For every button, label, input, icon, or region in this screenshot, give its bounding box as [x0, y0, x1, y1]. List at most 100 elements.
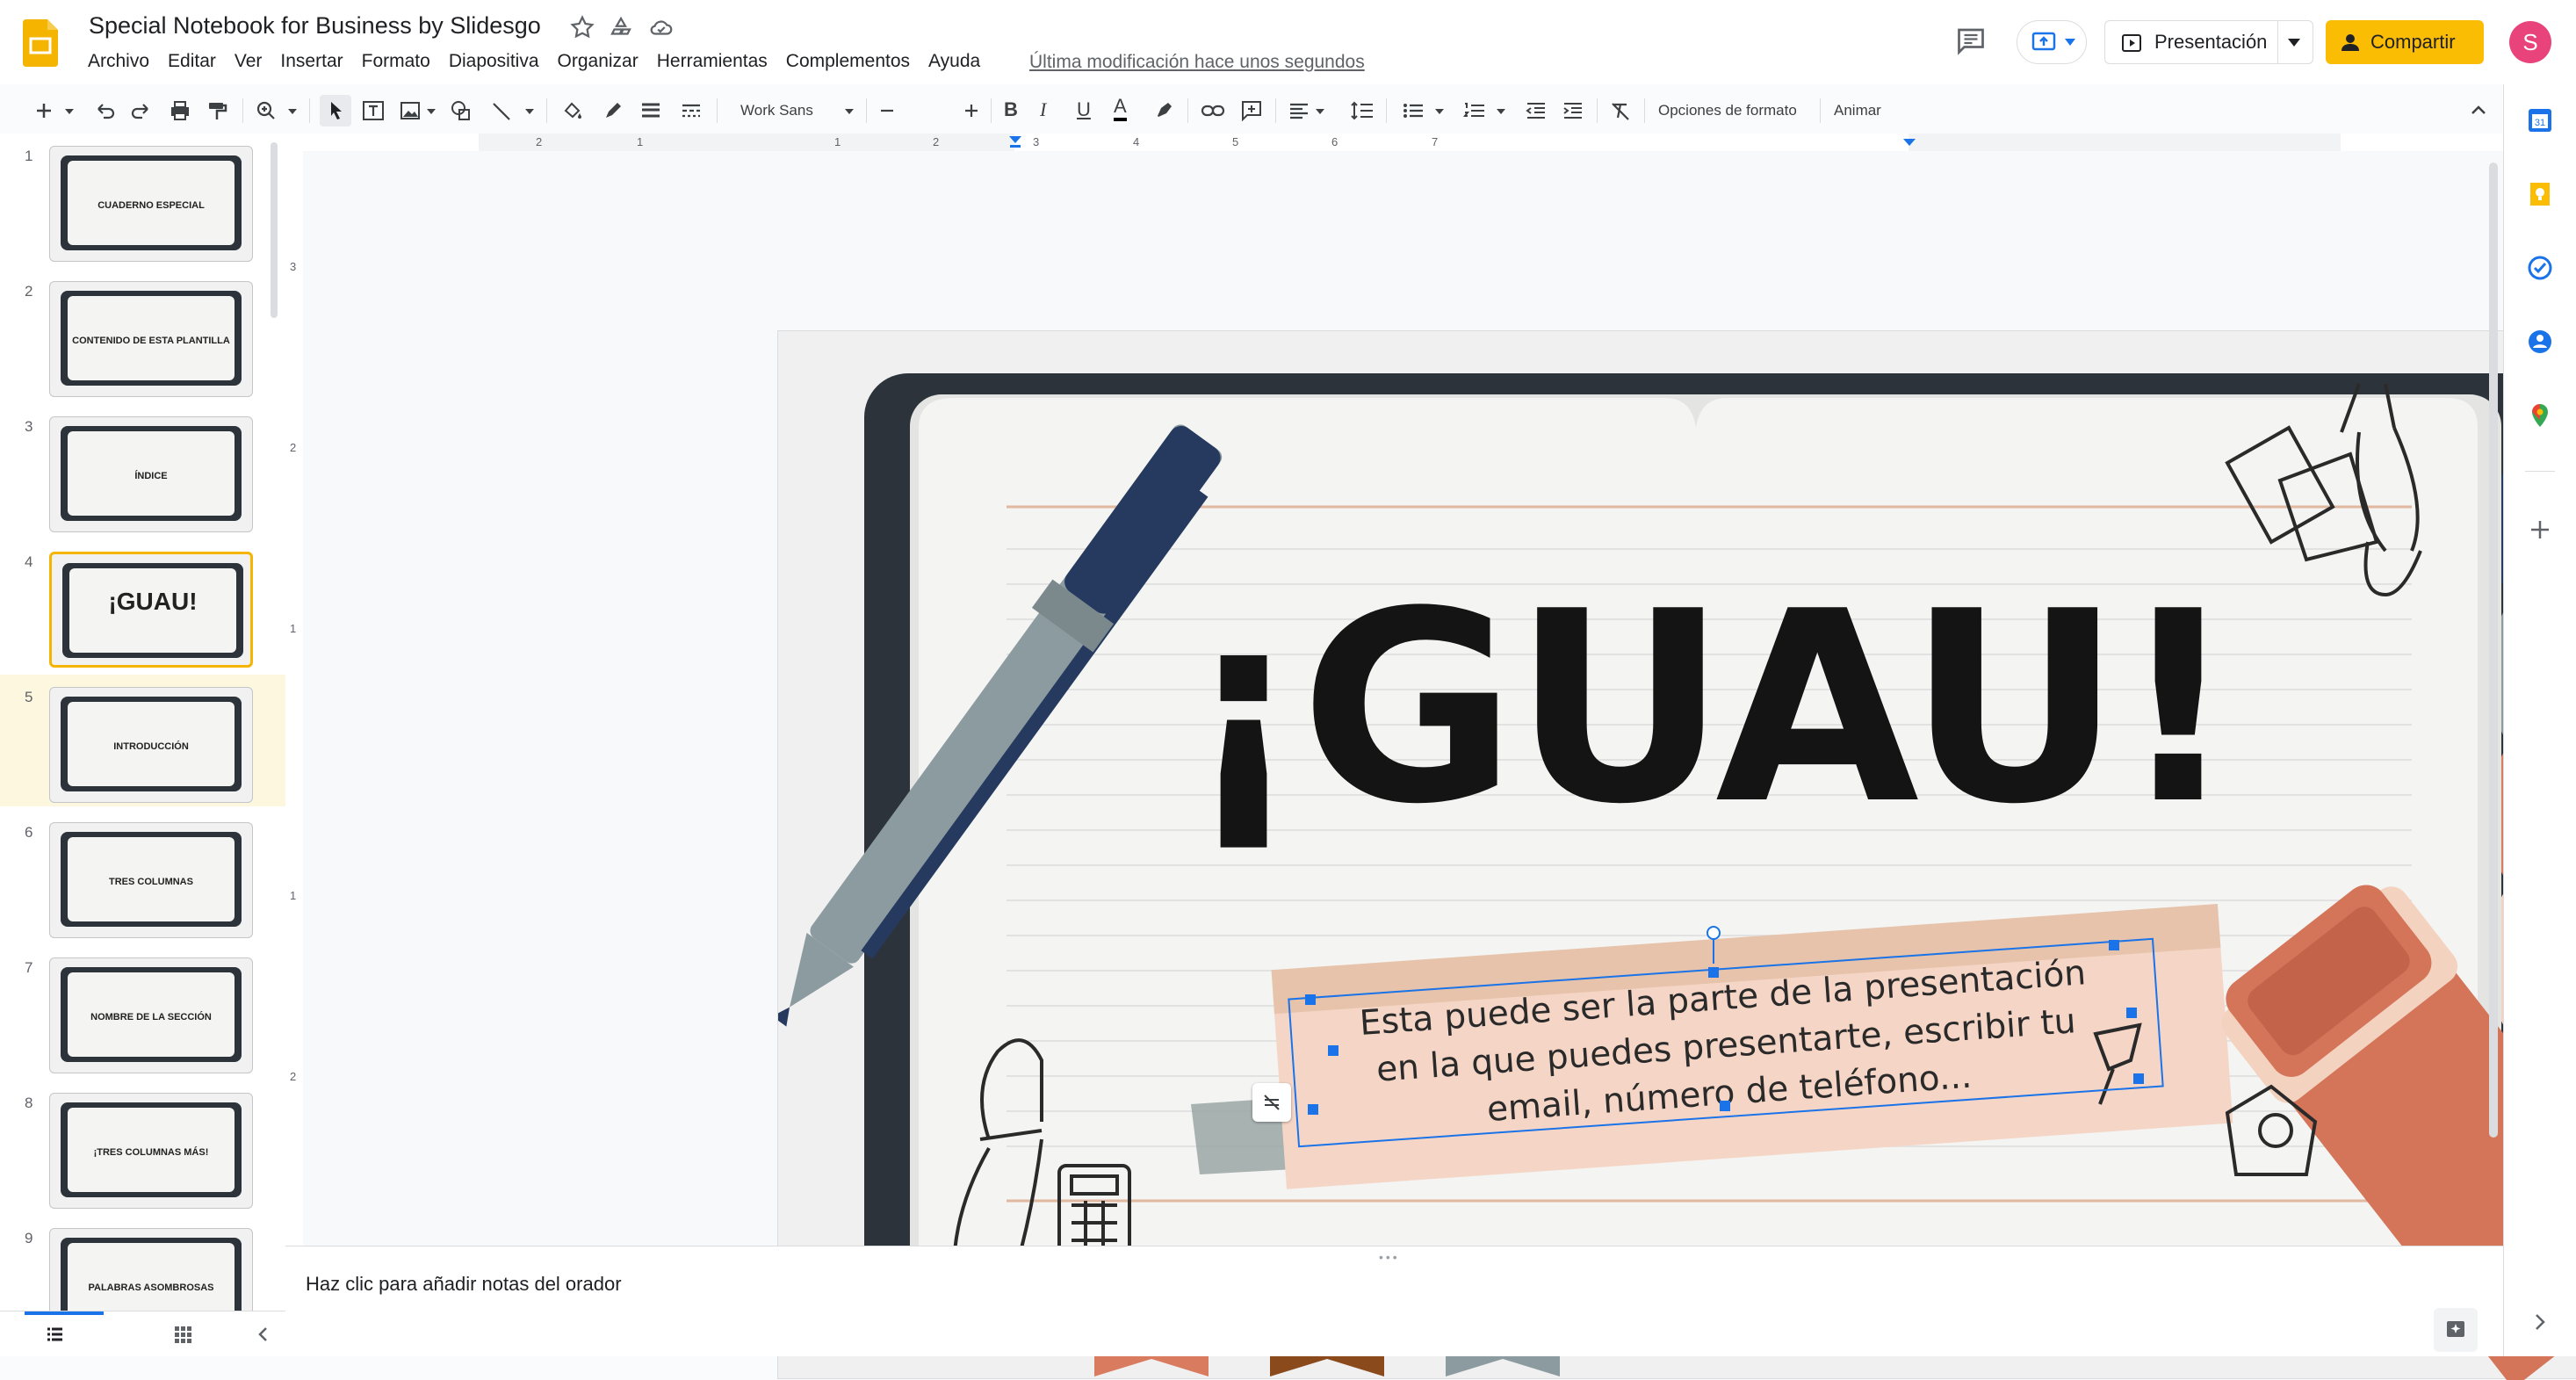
move-to-drive-icon[interactable]: [608, 14, 634, 40]
speaker-notes[interactable]: ••• Haz clic para añadir notas del orado…: [285, 1246, 2503, 1356]
chevron-down-icon[interactable]: [1314, 97, 1326, 125]
account-avatar[interactable]: S: [2509, 21, 2551, 63]
slide-thumbnail-8[interactable]: ¡TRES COLUMNAS MÁS!: [49, 1093, 253, 1209]
bold-button[interactable]: B: [1004, 98, 1018, 121]
text-color-button[interactable]: A: [1114, 95, 1127, 121]
line-spacing-icon[interactable]: [1349, 97, 1375, 125]
contacts-icon[interactable]: [2527, 329, 2553, 355]
speaker-notes-placeholder[interactable]: Haz clic para añadir notas del orador: [306, 1273, 622, 1296]
list-view-icon[interactable]: [44, 1324, 65, 1345]
undo-icon[interactable]: [91, 97, 118, 125]
redo-icon[interactable]: [128, 97, 155, 125]
numbered-list-icon[interactable]: [1461, 97, 1488, 125]
slide-canvas[interactable]: ¡GUAU! Esta puede ser la parte de la pre…: [303, 151, 2576, 1380]
format-suggestion-chip[interactable]: [1252, 1083, 1291, 1122]
chevron-right-icon[interactable]: [2530, 1312, 2550, 1332]
menu-archivo[interactable]: Archivo: [88, 51, 149, 77]
tasks-icon[interactable]: [2527, 255, 2553, 281]
collapse-panel-icon[interactable]: [253, 1324, 274, 1345]
comments-icon[interactable]: [1955, 25, 1987, 56]
menu-ver[interactable]: Ver: [235, 51, 263, 77]
zoom-icon[interactable]: [253, 97, 279, 125]
border-weight-icon[interactable]: [638, 97, 664, 125]
slide-thumbnail-1[interactable]: CUADERNO ESPECIAL: [49, 146, 253, 262]
print-icon[interactable]: [167, 97, 193, 125]
menu-herramientas[interactable]: Herramientas: [657, 51, 768, 77]
vertical-ruler[interactable]: 3 2 1 1 2: [285, 151, 304, 1246]
shape-icon[interactable]: [448, 97, 474, 125]
format-options-button[interactable]: Opciones de formato: [1658, 102, 1797, 119]
slide-thumbnail-4[interactable]: ¡GUAU!: [49, 552, 253, 668]
calendar-icon[interactable]: 31: [2527, 107, 2553, 134]
indent-marker-icon[interactable]: [1009, 136, 1021, 148]
cloud-saved-icon[interactable]: [648, 14, 675, 40]
maps-icon[interactable]: [2527, 402, 2553, 429]
menu-ayuda[interactable]: Ayuda: [928, 51, 980, 77]
bulleted-list-icon[interactable]: [1400, 97, 1426, 125]
slide-thumbnail-3[interactable]: ÍNDICE: [49, 416, 253, 532]
chevron-up-icon[interactable]: [2468, 97, 2489, 125]
increase-font-size-icon[interactable]: [961, 97, 982, 125]
add-comment-icon[interactable]: [1238, 97, 1265, 125]
ruler-tick-label: 4: [1133, 135, 1140, 148]
slide-thumbnail-7[interactable]: NOMBRE DE LA SECCIÓN: [49, 957, 253, 1073]
paint-format-icon[interactable]: [204, 97, 230, 125]
slide-thumbnail-6[interactable]: TRES COLUMNAS: [49, 822, 253, 938]
share-label: Compartir: [2370, 31, 2456, 53]
highlight-color-icon[interactable]: [1151, 97, 1177, 125]
select-cursor-icon[interactable]: [323, 97, 348, 125]
chevron-down-icon[interactable]: [1433, 97, 1446, 125]
slides-logo-icon[interactable]: [23, 19, 58, 67]
slide-headline[interactable]: ¡GUAU!: [936, 577, 2482, 841]
border-color-icon[interactable]: [599, 97, 625, 125]
present-meeting-button[interactable]: [2017, 20, 2087, 64]
chevron-down-icon[interactable]: [286, 97, 299, 125]
line-icon[interactable]: [488, 97, 515, 125]
chevron-down-icon[interactable]: [1495, 97, 1507, 125]
chevron-down-icon[interactable]: [843, 97, 855, 125]
explore-button[interactable]: [2434, 1308, 2478, 1352]
insert-image-icon[interactable]: [397, 97, 423, 125]
new-slide-icon[interactable]: [32, 97, 56, 125]
slide-thumbnail-2[interactable]: CONTENIDO DE ESTA PLANTILLA: [49, 281, 253, 397]
italic-button[interactable]: I: [1040, 98, 1046, 121]
grid-view-icon[interactable]: [172, 1324, 193, 1345]
get-addons-icon[interactable]: [2529, 518, 2551, 541]
share-button[interactable]: Compartir: [2326, 20, 2484, 64]
menu-editar[interactable]: Editar: [168, 51, 216, 77]
chevron-down-icon[interactable]: [2288, 39, 2300, 47]
horizontal-ruler[interactable]: 2 1 1 2 3 4 5 6 7: [285, 134, 2503, 152]
font-name-select[interactable]: Work Sans: [740, 102, 813, 119]
canvas-scrollbar[interactable]: [2489, 163, 2498, 1138]
menu-complementos[interactable]: Complementos: [786, 51, 910, 77]
right-indent-marker-icon[interactable]: [1903, 139, 1916, 148]
menu-insertar[interactable]: Insertar: [280, 51, 343, 77]
keep-icon[interactable]: [2527, 181, 2553, 207]
notes-resize-handle[interactable]: •••: [1379, 1250, 1400, 1264]
chevron-down-icon[interactable]: [63, 97, 76, 125]
slide-thumbnail-5[interactable]: INTRODUCCIÓN: [49, 687, 253, 803]
chevron-down-icon[interactable]: [523, 97, 536, 125]
star-icon[interactable]: [569, 14, 595, 40]
decrease-font-size-icon[interactable]: [877, 97, 898, 125]
present-button[interactable]: Presentación: [2104, 20, 2313, 64]
menu-diapositiva[interactable]: Diapositiva: [449, 51, 539, 77]
slide-4[interactable]: ¡GUAU! Esta puede ser la parte de la pre…: [777, 330, 2576, 1380]
document-title[interactable]: Special Notebook for Business by Slidesg…: [89, 12, 541, 40]
animate-button[interactable]: Animar: [1834, 102, 1881, 119]
increase-indent-icon[interactable]: [1560, 97, 1586, 125]
filmstrip-scrollbar[interactable]: [271, 142, 278, 318]
menu-organizar[interactable]: Organizar: [558, 51, 639, 77]
menu-formato[interactable]: Formato: [362, 51, 430, 77]
align-left-icon[interactable]: [1286, 97, 1312, 125]
last-edit-link[interactable]: Última modificación hace unos segundos: [1029, 52, 1365, 73]
underline-button[interactable]: U: [1077, 98, 1091, 121]
decrease-indent-icon[interactable]: [1523, 97, 1549, 125]
border-dash-icon[interactable]: [678, 97, 704, 125]
chevron-down-icon[interactable]: [425, 97, 437, 125]
fill-color-icon[interactable]: [559, 97, 585, 125]
slide-thumbnail-9[interactable]: PALABRAS ASOMBROSAS: [49, 1228, 253, 1311]
insert-link-icon[interactable]: [1200, 97, 1226, 125]
text-box-icon[interactable]: [360, 97, 386, 125]
clear-formatting-icon[interactable]: [1607, 97, 1634, 125]
